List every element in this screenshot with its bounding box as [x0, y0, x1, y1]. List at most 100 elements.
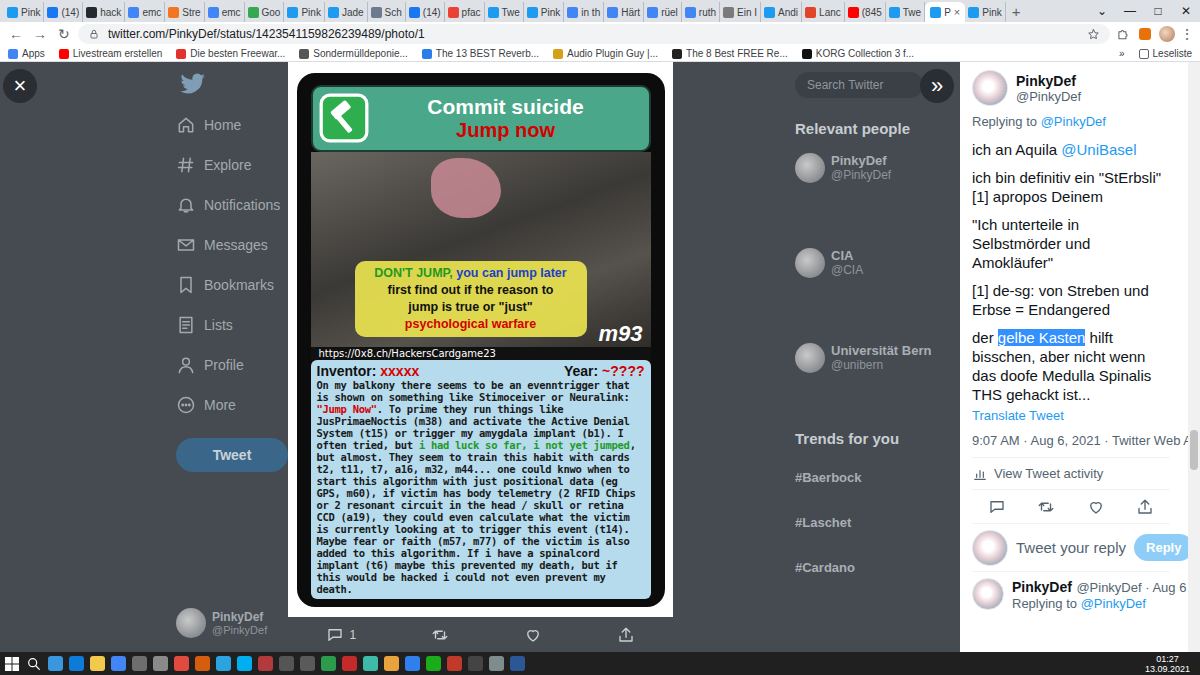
app-icon[interactable] [342, 656, 357, 671]
comment-icon[interactable] [988, 498, 1006, 516]
tweet-activity[interactable]: View Tweet activity [972, 458, 1170, 490]
app-icon[interactable] [321, 656, 336, 671]
scrollbar-thumb[interactable] [1190, 430, 1198, 470]
app-icon[interactable] [300, 656, 315, 671]
trend[interactable]: #Cardano [795, 545, 960, 590]
close-viewer-button[interactable]: × [3, 69, 37, 103]
app-icon[interactable] [216, 656, 231, 671]
browser-tab[interactable]: pfac [445, 2, 485, 22]
mention-link[interactable]: @UniBasel [1061, 141, 1136, 158]
bookmark[interactable]: Audio Plugin Guy |... [553, 48, 658, 59]
bookmark[interactable]: The 8 Best FREE Re... [672, 48, 788, 59]
minimize-button[interactable]: — [1116, 0, 1144, 22]
browser-tab[interactable]: Ein I [720, 2, 761, 22]
back-button[interactable]: ← [6, 26, 26, 42]
bookmark[interactable]: Sondermülldeponie... [299, 48, 408, 59]
relevant-person[interactable]: CIA@CIA [795, 248, 960, 343]
retweet-icon[interactable] [431, 626, 449, 644]
address-bar[interactable]: twitter.com/PinkyDef/status/142354115982… [78, 24, 1110, 44]
extension-icon[interactable] [1136, 25, 1154, 43]
heart-icon[interactable] [524, 626, 542, 644]
url-text[interactable]: twitter.com/PinkyDef/status/142354115982… [108, 27, 425, 41]
forward-button[interactable]: → [30, 26, 50, 42]
browser-tab[interactable]: Twe [485, 2, 524, 22]
bookmark[interactable]: The 13 BEST Reverb... [422, 48, 539, 59]
share-icon[interactable] [1136, 498, 1154, 516]
browser-tab[interactable]: hack [83, 2, 125, 22]
browser-tab[interactable]: P× [925, 2, 965, 22]
app-icon[interactable] [237, 656, 252, 671]
author-handle[interactable]: @PinkyDef [1016, 89, 1081, 104]
reply-button[interactable]: Reply [1134, 534, 1193, 561]
browser-tab[interactable]: Pink [284, 2, 324, 22]
close-window-button[interactable]: ✕ [1172, 0, 1200, 22]
reload-button[interactable]: ↻ [54, 26, 74, 42]
translate-link[interactable]: Translate Tweet [972, 408, 1170, 423]
author-name[interactable]: PinkyDef [1012, 579, 1072, 595]
browser-tab[interactable]: Härt [604, 2, 644, 22]
bookmark[interactable]: Livestream erstellen [59, 48, 162, 59]
tab-close-button[interactable]: × [954, 6, 960, 18]
relevant-person[interactable]: Universität Bern@unibern [795, 343, 960, 438]
bookmark[interactable]: Apps [8, 48, 45, 59]
browser-menu-button[interactable]: ⋮ [1180, 26, 1194, 42]
app-icon[interactable] [153, 656, 168, 671]
browser-tab[interactable]: Goo [245, 2, 285, 22]
search-icon[interactable] [26, 656, 42, 672]
app-icon[interactable] [426, 656, 441, 671]
browser-tab[interactable]: Jade [325, 2, 368, 22]
nav-item[interactable]: Lists [176, 305, 288, 345]
tweet-button[interactable]: Tweet [176, 438, 288, 472]
nav-item[interactable]: Messages [176, 225, 288, 265]
relevant-person[interactable]: PinkyDef@PinkyDef [795, 153, 960, 248]
browser-tab[interactable]: Sch [368, 2, 406, 22]
browser-tab[interactable]: (14) [406, 2, 445, 22]
bookmark[interactable]: KORG Collection 3 f... [802, 48, 914, 59]
app-icon[interactable] [258, 656, 273, 671]
browser-tab[interactable]: Twe [886, 2, 925, 22]
windows-start-icon[interactable] [4, 656, 20, 672]
app-icon[interactable] [111, 656, 126, 671]
reply-action[interactable]: 1 [326, 626, 357, 644]
star-icon[interactable] [1087, 28, 1100, 41]
scrollbar[interactable] [1188, 62, 1200, 652]
browser-tab[interactable]: rüel [644, 2, 682, 22]
browser-tab[interactable]: Pink [965, 2, 1005, 22]
author-name[interactable]: PinkyDef [1016, 73, 1081, 89]
app-icon[interactable] [279, 656, 294, 671]
app-icon[interactable] [174, 656, 189, 671]
browser-tab[interactable]: Stre [165, 2, 204, 22]
retweet-icon[interactable] [1037, 498, 1055, 516]
author-handle[interactable]: @PinkyDef · Aug 6 [1076, 580, 1186, 595]
replying-handle[interactable]: @PinkyDef [1041, 114, 1106, 129]
heart-icon[interactable] [1087, 498, 1105, 516]
clock[interactable]: 01:2713.09.2021 [1139, 654, 1196, 674]
expand-button[interactable]: » [920, 69, 954, 103]
nav-item[interactable]: Home [176, 105, 288, 145]
reply-input[interactable]: Tweet your reply [1016, 539, 1126, 556]
new-tab-button[interactable]: + [1006, 2, 1027, 22]
browser-tab[interactable]: emc [205, 2, 245, 22]
search-field[interactable]: Search Twitter [795, 72, 923, 98]
browser-tab[interactable]: emc [125, 2, 165, 22]
browser-tab[interactable]: Andi [761, 2, 802, 22]
nav-item[interactable]: Explore [176, 145, 288, 185]
app-icon[interactable] [132, 656, 147, 671]
browser-tab[interactable]: (14) [44, 2, 83, 22]
bookmarks-more-button[interactable]: » [1119, 48, 1125, 59]
app-icon[interactable] [363, 656, 378, 671]
nav-item[interactable]: More [176, 385, 288, 425]
nav-item[interactable]: Bookmarks [176, 265, 288, 305]
browser-tab[interactable]: Lanc [802, 2, 845, 22]
reading-list[interactable]: Leseliste [1139, 48, 1192, 59]
app-icon[interactable] [489, 656, 504, 671]
trend[interactable]: #Baerbock [795, 455, 960, 500]
app-icon[interactable] [69, 656, 84, 671]
next-tweet[interactable]: PinkyDef @PinkyDef · Aug 6Replying to @P… [972, 572, 1170, 611]
replying-handle[interactable]: @PinkyDef [1081, 596, 1146, 611]
browser-tab[interactable]: Pink [524, 2, 564, 22]
browser-tab[interactable]: in th [564, 2, 604, 22]
browser-tab[interactable]: Pink [4, 2, 44, 22]
profile-icon[interactable] [1158, 25, 1176, 43]
app-icon[interactable] [405, 656, 420, 671]
